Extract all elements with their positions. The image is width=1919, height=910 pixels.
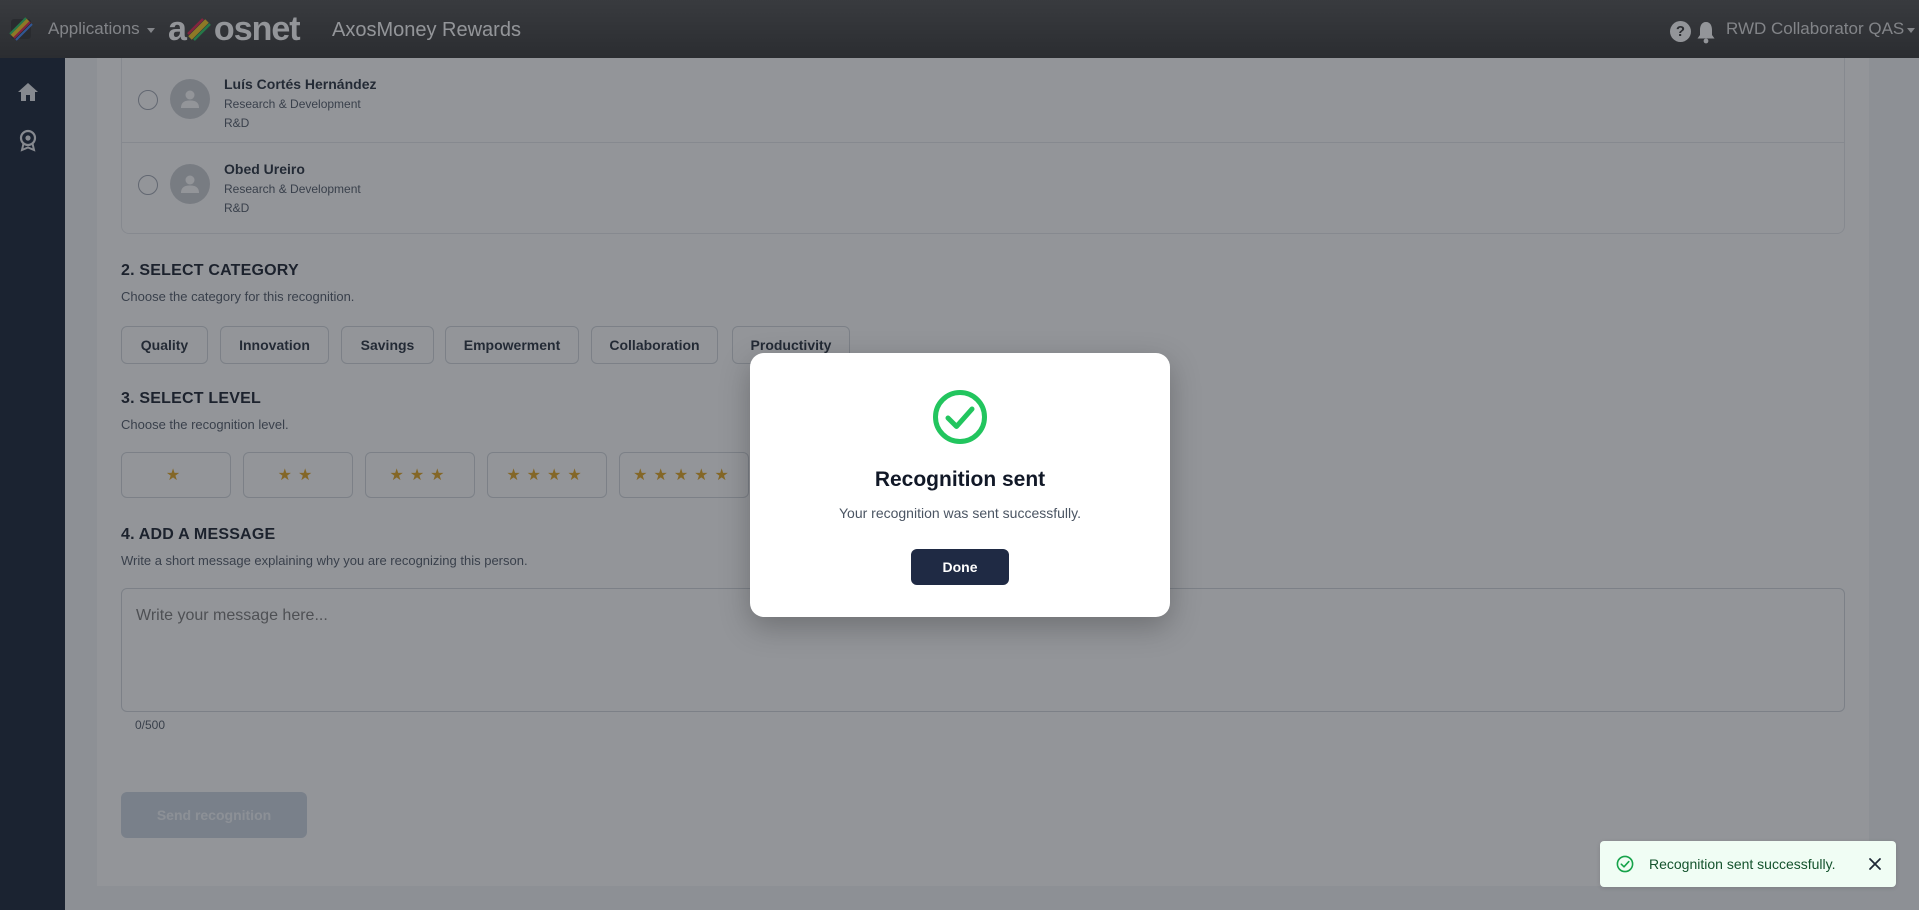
dialog-title: Recognition sent <box>874 468 1046 491</box>
check-circle-icon <box>933 390 987 444</box>
dialog-message: Your recognition was sent successfully. <box>838 505 1081 521</box>
done-button[interactable]: Done <box>911 549 1009 585</box>
toast-message: Recognition sent successfully. <box>1649 856 1836 872</box>
close-icon[interactable] <box>1868 857 1882 871</box>
success-dialog: Recognition sent Your recognition was se… <box>750 353 1170 617</box>
success-toast: Recognition sent successfully. <box>1600 841 1896 887</box>
check-circle-icon <box>1616 855 1634 873</box>
